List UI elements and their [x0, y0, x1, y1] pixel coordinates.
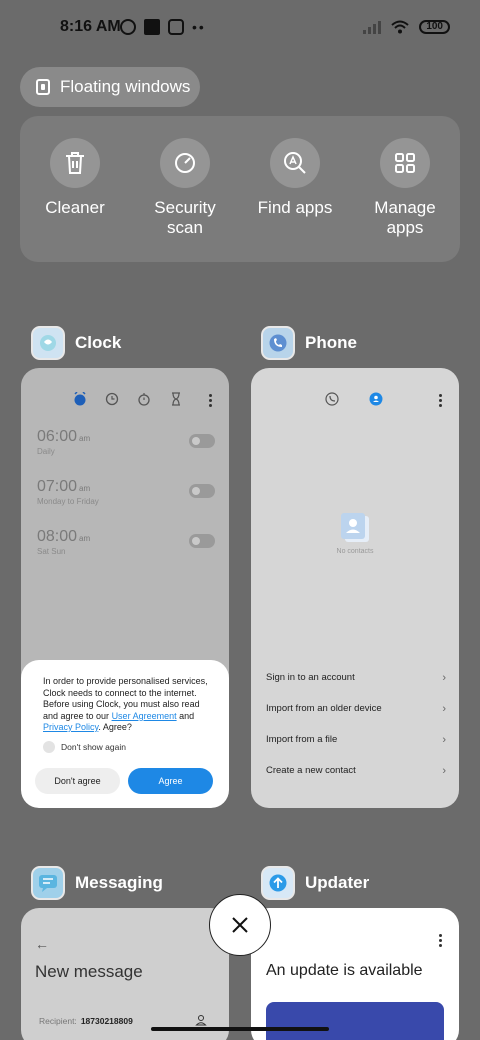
checkbox-circle [43, 740, 55, 753]
status-bar: 8:16 AM •• 100 [0, 0, 480, 56]
alarm-days: Daily [37, 447, 55, 456]
user-agreement-link[interactable]: User Agreement [112, 711, 177, 721]
status-time: 8:16 AM [60, 18, 121, 35]
home-gesture-bar[interactable] [151, 1027, 329, 1031]
alarm-item[interactable]: 08:00 am Sat Sun [37, 528, 215, 558]
timer-tab-icon[interactable] [169, 392, 183, 406]
battery-icon: 100 [419, 20, 450, 34]
alarm-suffix: am [79, 434, 91, 443]
cleaner-button[interactable]: Cleaner [25, 138, 125, 262]
updater-menu-icon[interactable] [439, 934, 443, 947]
recipient-field[interactable]: Recipient: 18730218809 [39, 1016, 133, 1026]
phone-tabs [325, 392, 383, 406]
chevron-right-icon: › [442, 671, 446, 684]
sign-in-account-option[interactable]: Sign in to an account › [266, 662, 446, 693]
messaging-app-card[interactable]: ← New message Recipient: 18730218809 [21, 908, 229, 1040]
notification-icons: •• [120, 19, 206, 35]
consent-message: In order to provide personalised service… [43, 676, 208, 732]
dont-show-again-checkbox[interactable]: Don't show again [43, 740, 215, 753]
contact-picker-icon[interactable] [195, 1014, 207, 1026]
floating-windows-button[interactable]: Floating windows [20, 67, 200, 107]
phone-app-card[interactable]: No contacts Sign in to an account › Impor… [251, 368, 459, 808]
no-contacts-text: No contacts [336, 548, 374, 555]
alarm-item[interactable]: 07:00 am Monday to Friday [37, 478, 215, 508]
notification-app-icon [120, 19, 136, 35]
alarm-suffix: am [79, 484, 91, 493]
dont-show-again-label: Don't show again [61, 741, 126, 752]
recipient-number: 18730218809 [80, 1016, 133, 1026]
cleaner-label: Cleaner [45, 198, 105, 217]
stopwatch-tab-icon[interactable] [137, 392, 151, 406]
search-a-icon [284, 152, 306, 174]
updater-app-icon [261, 866, 295, 900]
floating-windows-label: Floating windows [60, 77, 191, 96]
update-banner-image [266, 1002, 444, 1040]
chevron-right-icon: › [442, 733, 446, 746]
update-available-title: An update is available [266, 962, 423, 979]
import-older-device-option[interactable]: Import from an older device › [266, 693, 446, 724]
security-scan-button[interactable]: Security scan [135, 138, 235, 262]
clock-tabs [73, 392, 183, 406]
import-file-option[interactable]: Import from a file › [266, 724, 446, 755]
updater-app-name: Updater [305, 873, 370, 892]
clock-app-header[interactable]: Clock [31, 326, 121, 360]
contacts-options-list: Sign in to an account › Import from an ol… [266, 662, 446, 786]
alarm-toggle[interactable] [189, 434, 215, 448]
grid-icon [395, 153, 415, 173]
wifi-icon [391, 20, 409, 34]
clear-all-recents-button[interactable] [209, 894, 271, 956]
find-apps-label: Find apps [257, 198, 333, 217]
trash-icon [66, 152, 84, 174]
agree-button[interactable]: Agree [128, 768, 213, 794]
create-contact-option[interactable]: Create a new contact › [266, 755, 446, 786]
new-message-title: New message [35, 962, 143, 981]
alarm-item[interactable]: 06:00 am Daily [37, 428, 215, 458]
alarm-days: Sat Sun [37, 547, 66, 556]
alarm-toggle[interactable] [189, 534, 215, 548]
no-contacts-illustration-icon [341, 513, 369, 542]
phone-app-icon [261, 326, 295, 360]
chevron-right-icon: › [442, 764, 446, 777]
call-log-tab-icon[interactable] [325, 392, 339, 406]
clock-app-icon [31, 326, 65, 360]
messaging-app-icon [31, 866, 65, 900]
contacts-tab-icon[interactable] [369, 392, 383, 406]
find-apps-button[interactable]: Find apps [245, 138, 345, 262]
signal-icon [363, 20, 382, 34]
alarm-days: Monday to Friday [37, 497, 99, 506]
more-notifications-icon: •• [192, 19, 206, 35]
mi-icon [168, 19, 184, 35]
chevron-right-icon: › [442, 702, 446, 715]
internet-consent-dialog: In order to provide personalised service… [21, 660, 229, 808]
manage-apps-button[interactable]: Manage apps [355, 138, 455, 262]
world-clock-tab-icon[interactable] [105, 392, 119, 406]
alarm-time: 08:00 [37, 528, 78, 545]
floating-window-icon [36, 79, 50, 95]
messaging-app-header[interactable]: Messaging [31, 866, 163, 900]
phone-app-name: Phone [305, 333, 357, 352]
alarm-time: 06:00 [37, 428, 78, 445]
back-arrow-icon[interactable]: ← [35, 936, 49, 952]
alarm-time: 07:00 [37, 478, 78, 495]
quick-actions-panel: Cleaner Security scan Find apps Manage a… [20, 116, 460, 262]
clock-app-name: Clock [75, 333, 122, 352]
alarm-tab-icon[interactable] [73, 392, 87, 406]
alarm-toggle[interactable] [189, 484, 215, 498]
clock-menu-icon[interactable] [209, 394, 213, 407]
notification-square-icon [144, 19, 160, 35]
dont-agree-button[interactable]: Don't agree [35, 768, 120, 794]
close-icon [232, 917, 248, 933]
messaging-app-name: Messaging [75, 873, 163, 892]
gauge-icon [175, 153, 195, 173]
clock-app-card[interactable]: 06:00 am Daily 07:00 am Monday to Friday 0… [21, 368, 229, 808]
alarm-suffix: am [79, 534, 91, 543]
updater-app-card[interactable]: An update is available [251, 908, 459, 1040]
phone-app-header[interactable]: Phone [261, 326, 357, 360]
security-scan-label: Security scan [154, 198, 216, 237]
privacy-policy-link[interactable]: Privacy Policy [43, 722, 98, 732]
phone-menu-icon[interactable] [439, 394, 443, 407]
status-right: 100 [363, 20, 450, 34]
manage-apps-label: Manage apps [374, 198, 436, 237]
updater-app-header[interactable]: Updater [261, 866, 369, 900]
